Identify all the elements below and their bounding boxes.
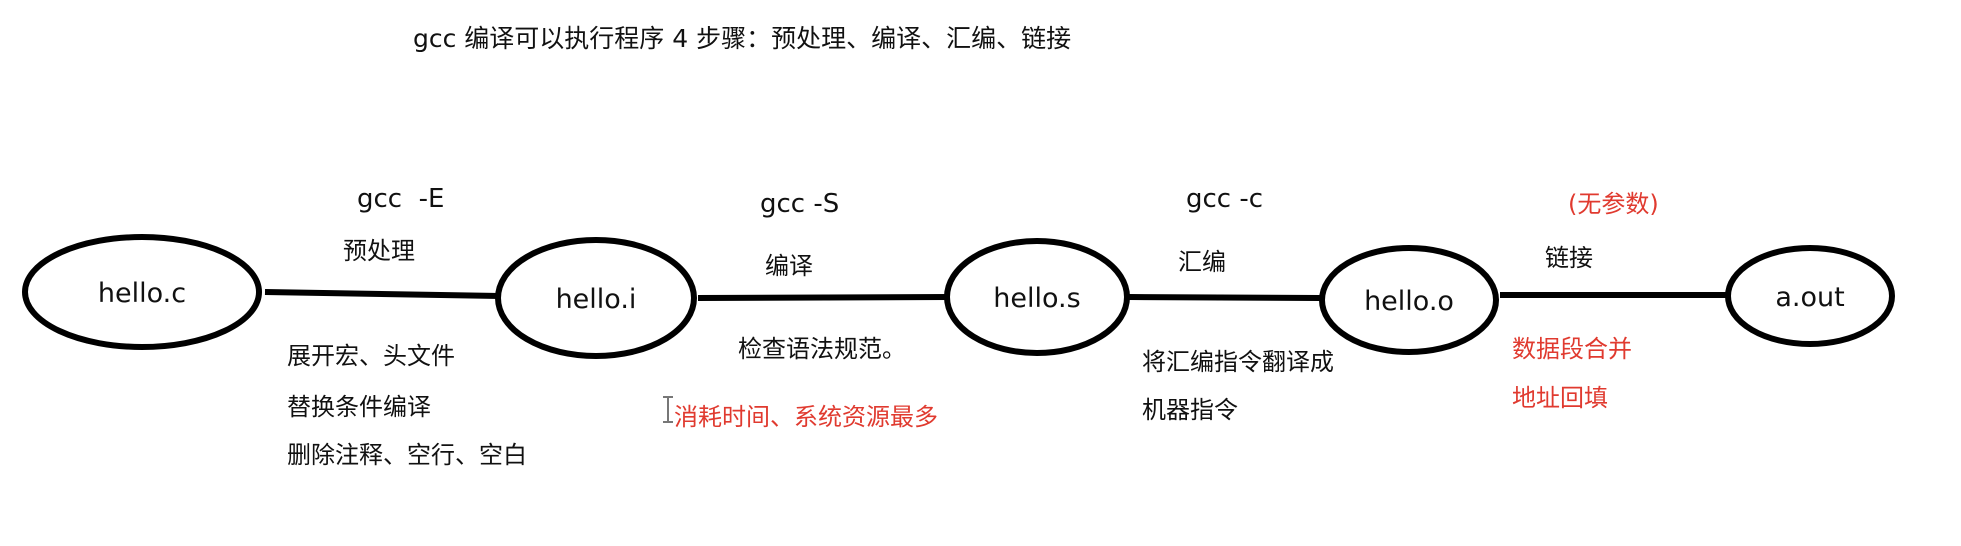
step-link-param-note: (无参数) — [1568, 190, 1659, 218]
edge-i-to-s — [697, 294, 951, 301]
step-assemble-note-2: 机器指令 — [1142, 396, 1238, 424]
step-link-note-1: 数据段合并 — [1512, 335, 1632, 363]
step-compile-name: 编译 — [765, 252, 813, 280]
step-assemble-command: gcc -c — [1186, 184, 1264, 214]
edge-s-to-o — [1127, 294, 1321, 301]
step-assemble-note-1: 将汇编指令翻译成 — [1142, 348, 1334, 376]
step-assemble-name: 汇编 — [1178, 248, 1226, 276]
node-label-a-out: a.out — [1775, 282, 1844, 313]
step-compile-note-1: 检查语法规范。 — [738, 335, 906, 363]
step-compile-highlight: 消耗时间、系统资源最多 — [674, 403, 938, 431]
step-preprocess-note-2: 替换条件编译 — [287, 393, 431, 421]
text-cursor-icon — [663, 396, 673, 423]
step-compile-command: gcc -S — [760, 189, 840, 219]
step-preprocess-note-3: 删除注释、空行、空白 — [287, 441, 527, 469]
step-link-note-2: 地址回填 — [1512, 384, 1608, 412]
step-preprocess-command: gcc -E — [357, 184, 445, 214]
step-preprocess-note-1: 展开宏、头文件 — [287, 342, 455, 370]
step-preprocess-name: 预处理 — [343, 237, 415, 265]
step-link-name: 链接 — [1545, 244, 1593, 272]
edge-c-to-i — [264, 289, 501, 299]
node-label-hello-c: hello.c — [98, 278, 186, 309]
node-label-hello-i: hello.i — [556, 284, 637, 315]
node-label-hello-o: hello.o — [1364, 286, 1454, 317]
node-label-hello-s: hello.s — [993, 283, 1080, 314]
